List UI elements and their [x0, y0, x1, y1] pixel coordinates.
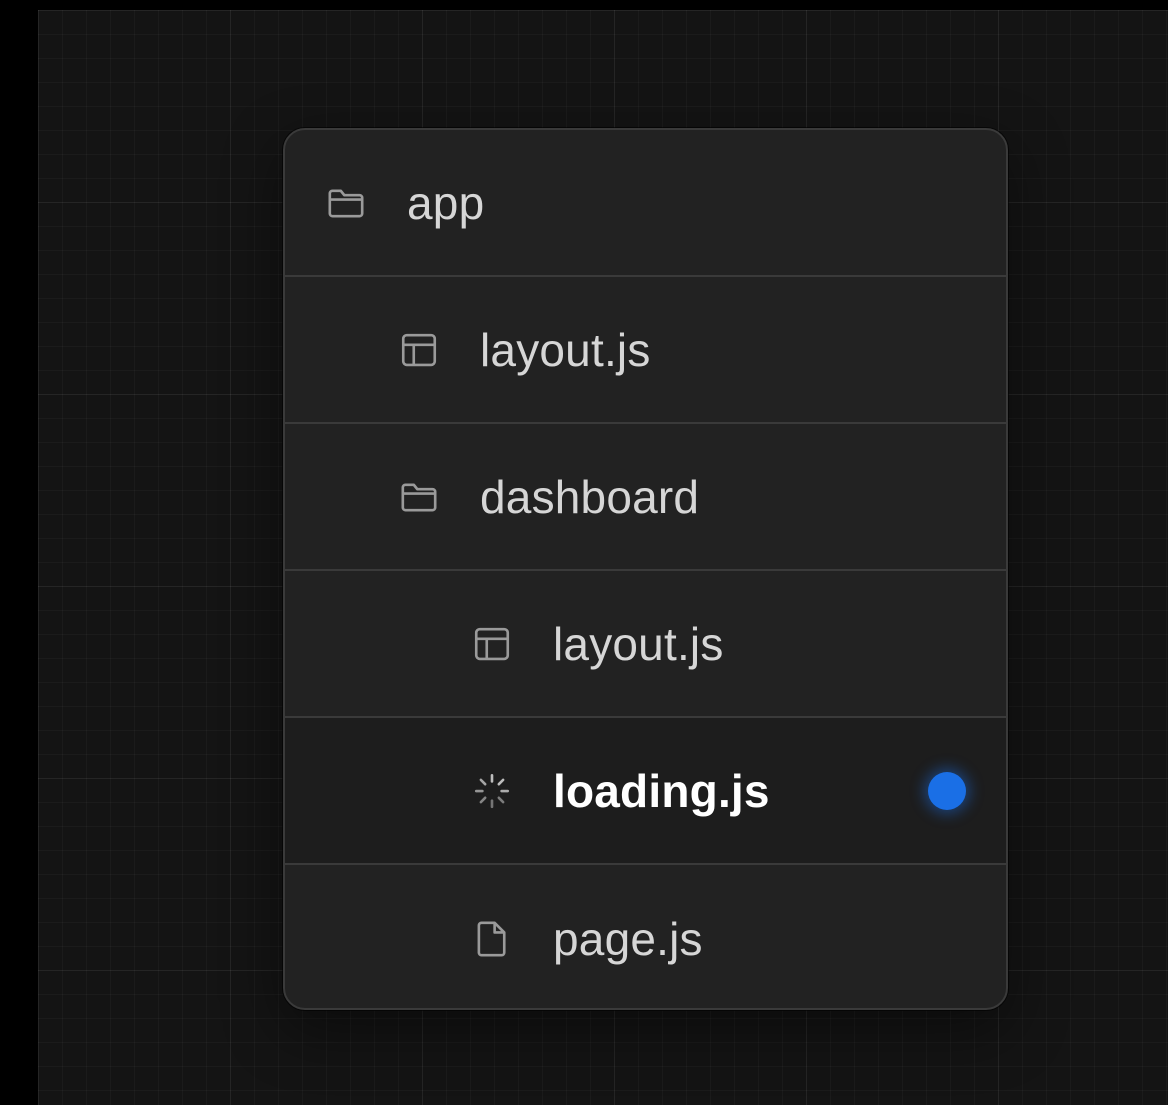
layout-icon [398, 329, 440, 371]
active-indicator-dot [928, 771, 966, 810]
tree-row-label: loading.js [553, 764, 770, 817]
file-icon [471, 918, 513, 960]
tree-row-page-file[interactable]: page.js [285, 865, 1006, 1008]
folder-icon [325, 182, 367, 224]
tree-row-dashboard-folder[interactable]: dashboard [285, 424, 1006, 571]
tree-row-label: layout.js [553, 617, 724, 670]
tree-row-label: layout.js [480, 323, 651, 376]
tree-row-dashboard-layout-file[interactable]: layout.js [285, 571, 1006, 718]
tree-row-label: page.js [553, 912, 703, 965]
tree-row-label: dashboard [480, 470, 700, 523]
tree-row-app-folder[interactable]: app [285, 130, 1006, 277]
tree-row-loading-file[interactable]: loading.js [285, 718, 1006, 865]
loading-spinner-icon [471, 770, 513, 812]
file-tree: app layout.js dashboard layout.js loadin… [283, 128, 1008, 1010]
tree-row-layout-file[interactable]: layout.js [285, 277, 1006, 424]
folder-icon [398, 476, 440, 518]
layout-icon [471, 623, 513, 665]
tree-row-label: app [407, 176, 485, 229]
grid-background: app layout.js dashboard layout.js loadin… [38, 10, 1168, 1105]
